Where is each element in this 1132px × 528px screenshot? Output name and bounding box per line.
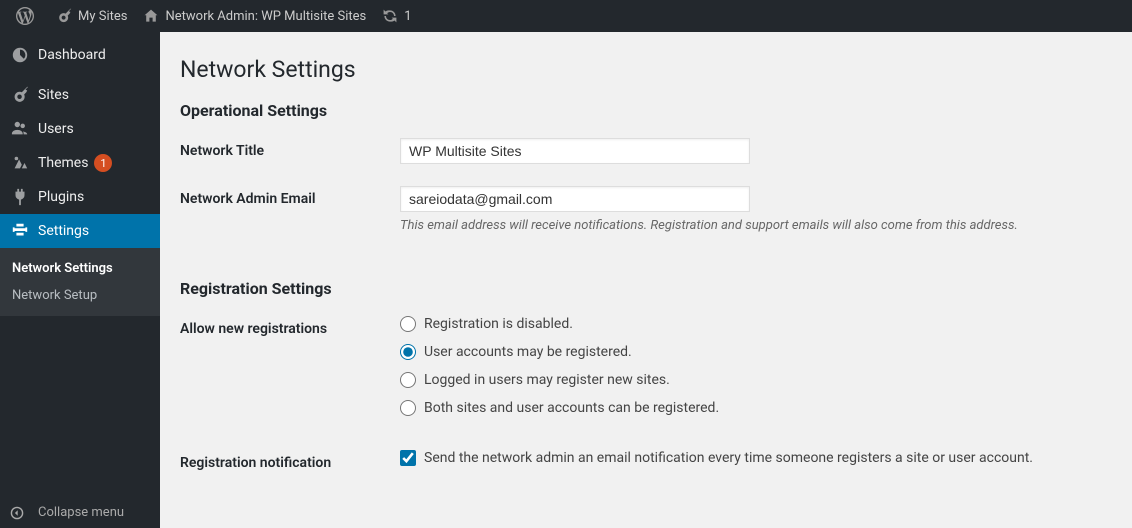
users-icon xyxy=(10,120,30,138)
admin-email-label: Network Admin Email xyxy=(180,186,400,233)
admin-email-input[interactable] xyxy=(400,186,750,212)
radio-logged-input[interactable] xyxy=(400,372,416,388)
radio-both[interactable]: Both sites and user accounts can be regi… xyxy=(400,400,1112,416)
plugins-icon xyxy=(10,188,30,206)
my-sites-label: My Sites xyxy=(78,9,127,24)
row-admin-email: Network Admin Email This email address w… xyxy=(180,186,1112,233)
menu-label: Dashboard xyxy=(38,47,106,63)
site-name-label: Network Admin: WP Multisite Sites xyxy=(165,9,366,24)
menu-label: Plugins xyxy=(38,189,84,205)
radio-disabled[interactable]: Registration is disabled. xyxy=(400,316,1112,332)
row-network-title: Network Title xyxy=(180,138,1112,164)
radio-label: Registration is disabled. xyxy=(424,316,573,332)
radio-label: Both sites and user accounts can be regi… xyxy=(424,400,719,416)
radio-disabled-input[interactable] xyxy=(400,316,416,332)
radio-users[interactable]: User accounts may be registered. xyxy=(400,344,1112,360)
operational-heading: Operational Settings xyxy=(180,101,1112,120)
notification-check[interactable]: Send the network admin an email notifica… xyxy=(400,450,1112,466)
menu-sites[interactable]: Sites xyxy=(0,78,160,112)
settings-icon xyxy=(10,222,30,240)
allow-registrations-label: Allow new registrations xyxy=(180,316,400,428)
menu-label: Users xyxy=(38,121,74,137)
my-sites-menu[interactable]: My Sites xyxy=(48,0,135,32)
row-allow-registrations: Allow new registrations Registration is … xyxy=(180,316,1112,428)
home-icon xyxy=(143,8,159,24)
row-registration-notification: Registration notification Send the netwo… xyxy=(180,450,1112,478)
menu-label: Settings xyxy=(38,223,89,239)
radio-both-input[interactable] xyxy=(400,400,416,416)
menu-themes[interactable]: Themes 1 xyxy=(0,146,160,180)
notification-label: Registration notification xyxy=(180,450,400,478)
network-title-label: Network Title xyxy=(180,138,400,164)
updates-count: 1 xyxy=(404,9,411,24)
site-name-menu[interactable]: Network Admin: WP Multisite Sites xyxy=(135,0,374,32)
collapse-menu[interactable]: Collapse menu xyxy=(0,497,160,528)
appearance-icon xyxy=(10,154,30,172)
updates-menu[interactable]: 1 xyxy=(374,0,419,32)
radio-label: Logged in users may register new sites. xyxy=(424,372,670,388)
admin-bar: My Sites Network Admin: WP Multisite Sit… xyxy=(0,0,1132,32)
menu-users[interactable]: Users xyxy=(0,112,160,146)
key-icon xyxy=(10,86,30,104)
wp-logo-menu[interactable] xyxy=(8,0,48,32)
admin-sidebar: Dashboard Sites Users Themes 1 Plugins xyxy=(0,32,160,528)
update-icon xyxy=(382,8,398,24)
menu-dashboard[interactable]: Dashboard xyxy=(0,38,160,72)
submenu-network-settings[interactable]: Network Settings xyxy=(0,255,160,282)
notification-checkbox[interactable] xyxy=(400,450,416,466)
submenu-network-setup[interactable]: Network Setup xyxy=(0,282,160,309)
menu-settings[interactable]: Settings xyxy=(0,214,160,248)
main-content: Network Settings Operational Settings Ne… xyxy=(160,32,1132,528)
menu-label: Sites xyxy=(38,87,69,103)
settings-submenu: Network Settings Network Setup xyxy=(0,248,160,316)
collapse-icon xyxy=(10,506,30,520)
network-title-input[interactable] xyxy=(400,138,750,164)
notification-text: Send the network admin an email notifica… xyxy=(424,450,1033,466)
key-icon xyxy=(56,8,72,24)
radio-users-input[interactable] xyxy=(400,344,416,360)
admin-email-desc: This email address will receive notifica… xyxy=(400,218,1112,233)
radio-label: User accounts may be registered. xyxy=(424,344,632,360)
page-title: Network Settings xyxy=(180,56,1112,83)
registration-heading: Registration Settings xyxy=(180,279,1112,298)
collapse-label: Collapse menu xyxy=(38,505,124,520)
themes-badge: 1 xyxy=(94,154,112,172)
menu-label: Themes xyxy=(38,155,88,171)
wordpress-icon xyxy=(16,7,34,25)
menu-plugins[interactable]: Plugins xyxy=(0,180,160,214)
radio-logged[interactable]: Logged in users may register new sites. xyxy=(400,372,1112,388)
dashboard-icon xyxy=(10,46,30,64)
